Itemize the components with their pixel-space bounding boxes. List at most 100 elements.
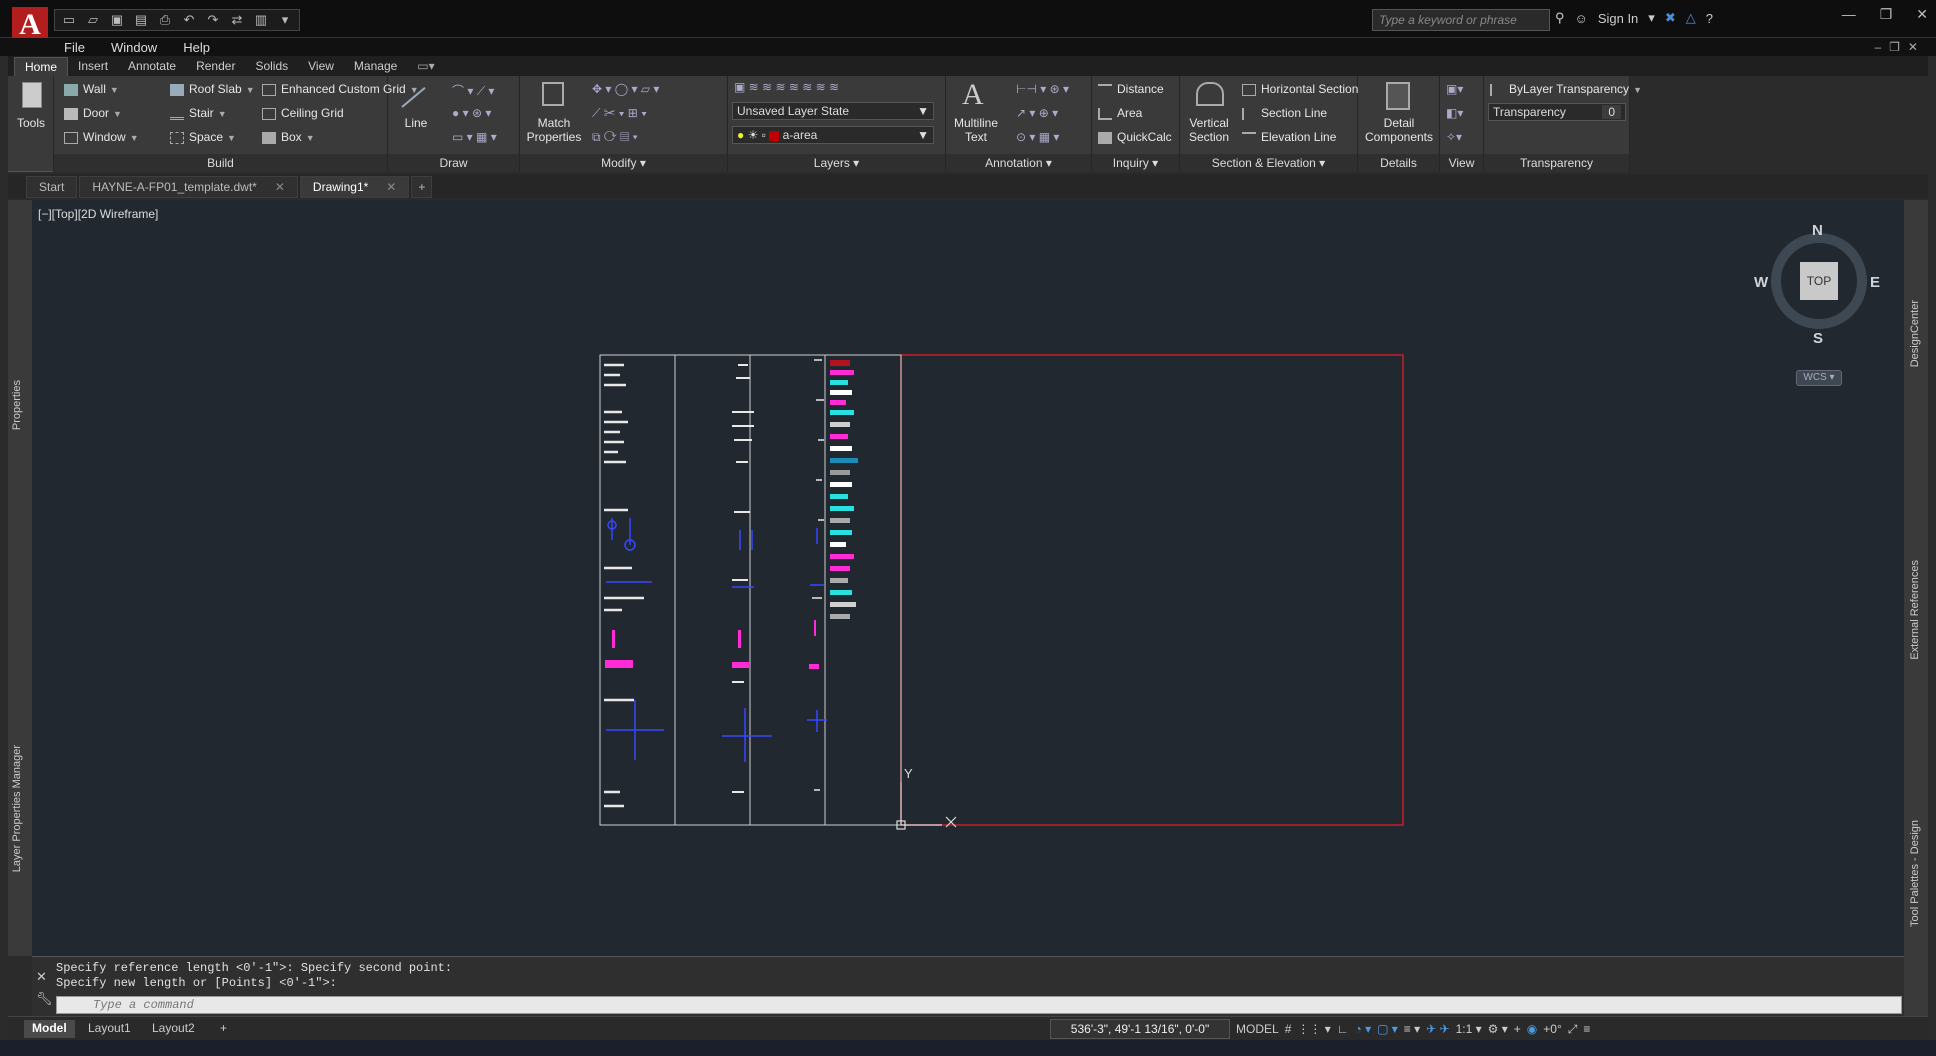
modify-tools[interactable]: ✥ ▾ ◯ ▾ ▱ ▾ bbox=[592, 82, 659, 96]
customize-icon[interactable]: ≡ bbox=[1583, 1022, 1590, 1036]
designcenter-tab[interactable]: DesignCenter bbox=[1909, 300, 1921, 367]
view-tools-2[interactable]: ◧▾ bbox=[1446, 106, 1463, 120]
window-button[interactable]: Window ▼ bbox=[64, 130, 139, 144]
draw-tools-2[interactable]: ● ▾ ⊛ ▾ bbox=[452, 106, 491, 120]
layer-state-dropdown[interactable]: Unsaved Layer State ▼ bbox=[732, 102, 934, 120]
new-icon[interactable]: ▭ bbox=[59, 12, 79, 28]
viewport-controls-label[interactable]: [−][Top][2D Wireframe] bbox=[38, 207, 158, 221]
menu-window[interactable]: Window bbox=[111, 40, 157, 55]
quickcalc-button[interactable]: QuickCalc bbox=[1098, 130, 1172, 144]
new-tab-button[interactable]: + bbox=[411, 176, 433, 198]
tool-palettes-design-tab[interactable]: Tool Palettes - Design bbox=[1909, 820, 1921, 927]
add-layout-button[interactable]: + bbox=[212, 1020, 235, 1038]
modify-tools-2[interactable]: ⟋ ✂ ▾ ⊞ ▾ bbox=[592, 106, 647, 121]
compass-south[interactable]: S bbox=[1813, 330, 1823, 347]
qat-dropdown-icon[interactable]: ▾ bbox=[275, 12, 295, 28]
area-button[interactable]: Area bbox=[1098, 106, 1142, 120]
distance-button[interactable]: Distance bbox=[1098, 82, 1164, 96]
elevation-offset[interactable]: +0° bbox=[1543, 1022, 1561, 1036]
draw-tools[interactable]: ⌒ ▾ ⟋ ▾ bbox=[452, 82, 494, 99]
annotation-visibility-icon[interactable]: ✈ ✈ bbox=[1426, 1022, 1449, 1036]
detail-components-button[interactable]: Detail Components bbox=[1358, 116, 1440, 144]
transparency-value[interactable]: 0 bbox=[1602, 105, 1621, 119]
a360-icon[interactable]: △ bbox=[1686, 10, 1696, 26]
panel-label-details[interactable]: Details bbox=[1358, 154, 1439, 172]
annotation-tools-3[interactable]: ⊙ ▾ ▦ ▾ bbox=[1016, 130, 1059, 144]
restore-icon[interactable]: ❐ bbox=[1880, 6, 1893, 23]
drawing-viewport[interactable]: Y bbox=[32, 200, 1904, 956]
panel-label-draw[interactable]: Draw bbox=[388, 154, 519, 172]
tab-view[interactable]: View bbox=[298, 57, 344, 76]
vertical-section-button[interactable]: Vertical Section bbox=[1180, 116, 1238, 144]
tab-manage[interactable]: Manage bbox=[344, 57, 407, 76]
tab-annotate[interactable]: Annotate bbox=[118, 57, 186, 76]
line-button[interactable]: Line bbox=[392, 116, 440, 130]
doc-window-controls[interactable]: –❐✕ bbox=[1875, 40, 1927, 54]
compass-east[interactable]: E bbox=[1870, 274, 1880, 291]
plus-icon[interactable]: + bbox=[1514, 1022, 1521, 1036]
panel-label-inquiry[interactable]: Inquiry ▾ bbox=[1092, 154, 1179, 172]
save-icon[interactable]: ▣ bbox=[107, 12, 127, 28]
match-properties-icon[interactable] bbox=[542, 82, 564, 106]
panel-label-modify[interactable]: Modify ▾ bbox=[520, 154, 727, 172]
print-icon[interactable]: ⎙ bbox=[155, 12, 175, 28]
coordinates-readout[interactable]: 536'-3", 49'-1 13/16", 0'-0" bbox=[1050, 1019, 1230, 1039]
wcs-menu-button[interactable]: WCS ▾ bbox=[1796, 370, 1842, 386]
help-icon[interactable]: ? bbox=[1706, 11, 1713, 26]
lineweight-icon[interactable]: ≡ ▾ bbox=[1404, 1022, 1420, 1036]
tools-button[interactable]: Tools bbox=[8, 116, 54, 130]
fullscreen-icon[interactable]: ⤢ bbox=[1568, 1022, 1578, 1037]
panel-label-transparency[interactable]: Transparency bbox=[1484, 154, 1629, 172]
exchange-icon[interactable]: ✖ bbox=[1665, 10, 1676, 26]
ribbon-toggle-icon[interactable]: ▭▾ bbox=[407, 57, 444, 76]
elevation-line-button[interactable]: Elevation Line bbox=[1242, 130, 1336, 144]
doc-tab-start[interactable]: Start bbox=[26, 176, 78, 198]
layout-tab-layout2[interactable]: Layout2 bbox=[144, 1020, 203, 1038]
osnap-icon[interactable]: ▢ ▾ bbox=[1377, 1022, 1398, 1036]
panel-label-layers[interactable]: Layers ▾ bbox=[728, 154, 945, 172]
properties-palette-tab[interactable]: Properties bbox=[11, 380, 23, 430]
panel-label-build[interactable]: Build bbox=[54, 154, 387, 172]
drawing-canvas[interactable]: Y bbox=[32, 200, 1904, 956]
share-icon[interactable]: ⇄ bbox=[227, 12, 247, 28]
layer-dropdown[interactable]: ● ☀ ▫ a-area ▼ bbox=[732, 126, 934, 144]
roof-slab-button[interactable]: Roof Slab ▼ bbox=[170, 82, 255, 96]
search-input[interactable]: Type a keyword or phrase bbox=[1372, 9, 1550, 31]
menu-file[interactable]: File bbox=[64, 40, 85, 55]
external-references-tab[interactable]: External References bbox=[1909, 560, 1921, 660]
model-space-button[interactable]: MODEL bbox=[1236, 1022, 1279, 1036]
panel-label-annotation[interactable]: Annotation ▾ bbox=[946, 154, 1091, 172]
undo-icon[interactable]: ↶ bbox=[179, 12, 199, 28]
save-as-icon[interactable]: ▤ bbox=[131, 12, 151, 28]
ortho-icon[interactable]: ∟ bbox=[1337, 1022, 1349, 1036]
view-tools[interactable]: ▣▾ bbox=[1446, 82, 1463, 96]
menu-help[interactable]: Help bbox=[183, 40, 210, 55]
vertical-section-icon[interactable] bbox=[1196, 82, 1224, 106]
transparency-field[interactable]: Transparency 0 bbox=[1488, 103, 1626, 121]
annotation-tools[interactable]: ⊢⊣ ▾ ⊛ ▾ bbox=[1016, 82, 1069, 96]
ceiling-grid-button[interactable]: Ceiling Grid bbox=[262, 106, 344, 120]
door-button[interactable]: Door ▼ bbox=[64, 106, 122, 120]
close-icon[interactable]: ✕ bbox=[36, 966, 53, 988]
close-tab-icon[interactable]: ✕ bbox=[275, 180, 285, 194]
view-tools-3[interactable]: ✧▾ bbox=[1446, 130, 1462, 144]
close-icon[interactable]: ✕ bbox=[1916, 6, 1928, 23]
space-button[interactable]: Space ▼ bbox=[170, 130, 236, 144]
grid-icon[interactable]: # bbox=[1285, 1022, 1292, 1036]
command-input[interactable]: Type a command bbox=[56, 996, 1902, 1014]
open-icon[interactable]: ▱ bbox=[83, 12, 103, 28]
viewcube-top-face[interactable]: TOP bbox=[1800, 262, 1838, 300]
layout-tab-layout1[interactable]: Layout1 bbox=[80, 1020, 139, 1038]
multiline-text-icon[interactable]: A bbox=[962, 78, 984, 112]
viewcube[interactable]: TOP N S E W bbox=[1754, 222, 1880, 347]
doc-tab-template[interactable]: HAYNE-A-FP01_template.dwt* ✕ bbox=[79, 176, 298, 198]
tools-icon[interactable] bbox=[22, 82, 42, 108]
match-properties-button[interactable]: Match Properties bbox=[524, 116, 584, 144]
workspace-icon[interactable]: ▥ bbox=[251, 12, 271, 28]
chevron-down-icon[interactable]: ▾ bbox=[1648, 10, 1655, 26]
tab-render[interactable]: Render bbox=[186, 57, 245, 76]
snap-icon[interactable]: ⋮⋮ ▾ bbox=[1297, 1022, 1330, 1036]
section-line-button[interactable]: Section Line bbox=[1242, 106, 1327, 120]
stair-button[interactable]: Stair ▼ bbox=[170, 106, 227, 120]
draw-tools-3[interactable]: ▭ ▾ ▦ ▾ bbox=[452, 130, 497, 144]
